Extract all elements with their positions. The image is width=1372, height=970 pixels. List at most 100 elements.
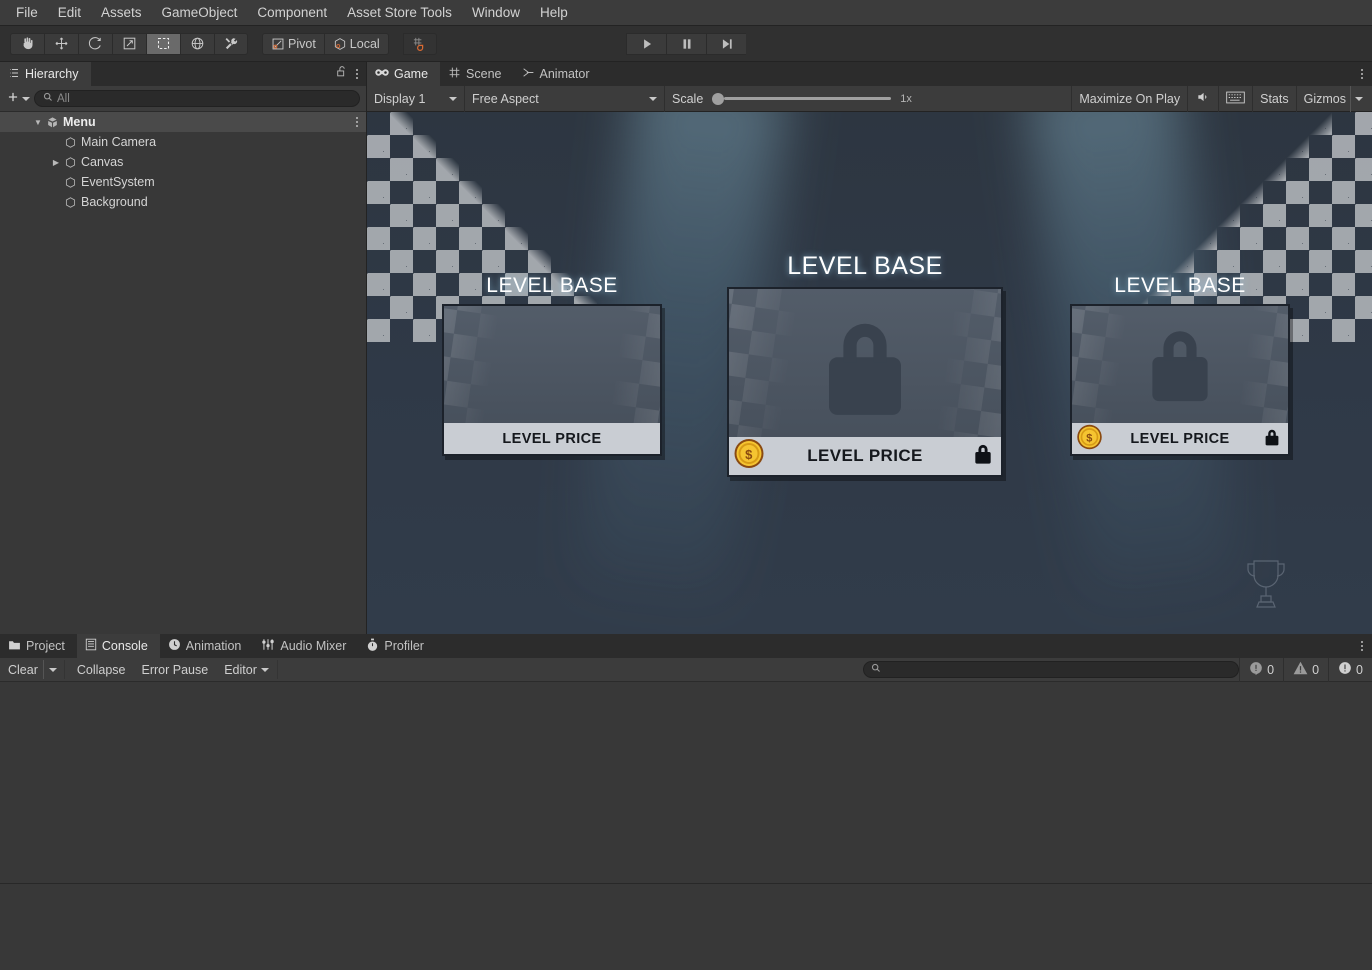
- level-cards: LEVEL BASE LEVEL PRICE LEVEL BASE $ LEVE…: [367, 112, 1372, 634]
- level-card-2[interactable]: LEVEL BASE $ LEVEL PRICE: [727, 252, 1003, 477]
- step-button[interactable]: [706, 32, 746, 55]
- console-search-input[interactable]: [863, 661, 1240, 678]
- error-pause-button[interactable]: Error Pause: [134, 660, 217, 679]
- pivot-toggle-button[interactable]: Pivot: [262, 32, 324, 55]
- pause-button[interactable]: [666, 32, 706, 55]
- menu-item-help[interactable]: Help: [530, 2, 578, 23]
- menu-item-assets[interactable]: Assets: [91, 2, 152, 23]
- stats-button[interactable]: Stats: [1253, 85, 1297, 112]
- menu-item-edit[interactable]: Edit: [48, 2, 91, 23]
- scale-slider-knob[interactable]: [712, 92, 725, 105]
- play-button[interactable]: [626, 32, 666, 55]
- expand-arrow-icon[interactable]: ▶: [50, 158, 62, 167]
- keyboard-icon: [1226, 91, 1245, 107]
- chevron-down-icon: [449, 96, 457, 101]
- hierarchy-item-label: Background: [81, 195, 148, 209]
- tab-audio-mixer-label: Audio Mixer: [280, 639, 347, 653]
- gizmos-label: Gizmos: [1303, 91, 1346, 106]
- error-count[interactable]: 0: [1328, 657, 1372, 682]
- grid-snap-button[interactable]: [402, 32, 437, 55]
- kebab-menu-icon[interactable]: [356, 69, 358, 79]
- pause-icon: [680, 37, 694, 51]
- tab-scene[interactable]: Scene: [440, 62, 514, 86]
- mute-audio-button[interactable]: [1188, 85, 1220, 112]
- scale-slider-group[interactable]: Scale 1x: [665, 86, 919, 112]
- tab-animation[interactable]: Animation: [159, 634, 254, 658]
- level-card-title: LEVEL BASE: [787, 252, 943, 280]
- hierarchy-item-label: Canvas: [81, 155, 124, 169]
- menu-item-window[interactable]: Window: [462, 2, 530, 23]
- bottom-dock-tabbar: Project Console Animation Audio Mixer Pr…: [0, 634, 1372, 658]
- kebab-menu-icon[interactable]: [1361, 69, 1363, 79]
- level-card-1[interactable]: LEVEL BASE LEVEL PRICE: [442, 274, 662, 456]
- sliders-icon: [261, 638, 275, 654]
- rect-tool-button[interactable]: [146, 32, 180, 55]
- transform-tool-button[interactable]: [180, 32, 214, 55]
- create-object-button[interactable]: [6, 89, 30, 109]
- tab-audio-mixer[interactable]: Audio Mixer: [253, 634, 359, 658]
- clear-dropdown[interactable]: [42, 660, 65, 679]
- hierarchy-toolbar: All: [0, 86, 366, 112]
- gizmos-dropdown[interactable]: [1350, 85, 1372, 112]
- menu-item-component[interactable]: Component: [247, 2, 337, 23]
- hierarchy-icon: [8, 67, 20, 82]
- level-card-body[interactable]: $ LEVEL PRICE: [727, 287, 1003, 477]
- editor-dropdown[interactable]: Editor: [216, 660, 278, 679]
- main-toolbar: Pivot Local: [0, 26, 1372, 62]
- custom-tool-button[interactable]: [214, 32, 248, 55]
- warning-count[interactable]: 0: [1283, 657, 1328, 682]
- lock-open-icon[interactable]: [335, 65, 348, 83]
- console-detail-area[interactable]: [0, 884, 1372, 968]
- display-dropdown[interactable]: Display 1: [367, 85, 465, 112]
- row-kebab-menu-icon[interactable]: [356, 117, 366, 127]
- maximize-on-play-button[interactable]: Maximize On Play: [1071, 85, 1189, 112]
- tab-hierarchy[interactable]: Hierarchy: [0, 62, 91, 86]
- tab-project[interactable]: Project: [0, 634, 77, 658]
- tab-game[interactable]: Game: [367, 62, 441, 86]
- gizmos-button[interactable]: Gizmos: [1297, 86, 1350, 112]
- move-tool-button[interactable]: [44, 32, 78, 55]
- scale-slider-track[interactable]: [724, 97, 892, 100]
- hierarchy-tree: ▼ Menu Main Camera ▶ Canvas EventSystem …: [0, 112, 366, 634]
- level-price-label: LEVEL PRICE: [502, 430, 602, 447]
- tab-profiler[interactable]: Profiler: [358, 634, 436, 658]
- level-card-body[interactable]: $ LEVEL PRICE: [1070, 304, 1290, 456]
- error-icon: [1338, 661, 1352, 678]
- hierarchy-search-placeholder: All: [57, 92, 70, 105]
- aspect-dropdown[interactable]: Free Aspect: [465, 85, 665, 112]
- hierarchy-item-background[interactable]: Background: [0, 192, 366, 212]
- menu-item-gameobject[interactable]: GameObject: [152, 2, 248, 23]
- hand-tool-button[interactable]: [10, 32, 44, 55]
- hierarchy-item-main-camera[interactable]: Main Camera: [0, 132, 366, 152]
- level-card-body[interactable]: LEVEL PRICE: [442, 304, 662, 456]
- gameobject-icon: [62, 196, 78, 209]
- console-messages-area[interactable]: [0, 682, 1372, 883]
- rotate-tool-button[interactable]: [78, 32, 112, 55]
- error-count-value: 0: [1356, 662, 1363, 677]
- menu-item-asset-store-tools[interactable]: Asset Store Tools: [337, 2, 462, 23]
- level-card-footer: $ LEVEL PRICE: [1072, 423, 1288, 454]
- playback-controls: [626, 32, 746, 55]
- scene-icon: [44, 116, 60, 129]
- expand-arrow-icon[interactable]: ▼: [32, 118, 44, 127]
- stopwatch-icon: [366, 638, 379, 655]
- chevron-down-icon: [48, 667, 57, 672]
- log-count[interactable]: 0: [1239, 657, 1283, 682]
- hierarchy-item-eventsystem[interactable]: EventSystem: [0, 172, 366, 192]
- scale-slider[interactable]: [712, 92, 892, 105]
- game-canvas[interactable]: LEVEL BASE LEVEL PRICE LEVEL BASE $ LEVE…: [367, 112, 1372, 634]
- scale-tool-button[interactable]: [112, 32, 146, 55]
- tab-console[interactable]: Console: [76, 634, 160, 658]
- stats-overlay-button[interactable]: [1219, 85, 1254, 112]
- clear-button[interactable]: Clear: [0, 660, 43, 679]
- hierarchy-item-menu[interactable]: ▼ Menu: [0, 112, 366, 132]
- hierarchy-search-input[interactable]: All: [34, 90, 360, 107]
- kebab-menu-icon[interactable]: [1361, 641, 1363, 651]
- tab-animator[interactable]: Animator: [513, 62, 602, 86]
- transform-icon: [190, 36, 205, 51]
- level-card-3[interactable]: LEVEL BASE $ LEVEL PRICE: [1070, 274, 1290, 456]
- handle-space-button[interactable]: Local: [323, 32, 389, 55]
- collapse-button[interactable]: Collapse: [69, 660, 134, 679]
- hierarchy-item-canvas[interactable]: ▶ Canvas: [0, 152, 366, 172]
- menu-item-file[interactable]: File: [6, 2, 48, 23]
